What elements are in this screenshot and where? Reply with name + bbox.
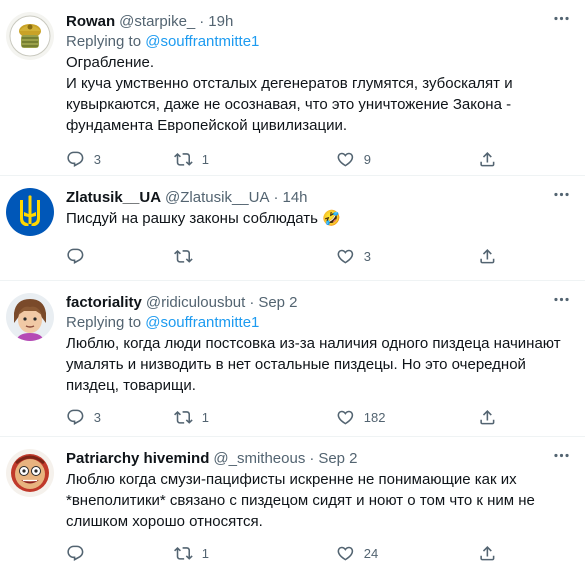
share-button[interactable] <box>478 247 497 266</box>
tweet[interactable]: Rowan @starpike_ · 19h Replying to @souf… <box>0 0 585 176</box>
tweet-header: Patriarchy hivemind @_smitheous · Sep 2 <box>66 449 569 469</box>
retweet-button[interactable]: 1 <box>174 408 209 427</box>
separator-dot: · <box>273 189 279 206</box>
reply-icon <box>66 150 85 169</box>
author-handle[interactable]: @_smitheous <box>213 449 305 469</box>
reply-icon <box>66 247 85 266</box>
like-count: 182 <box>363 409 386 425</box>
author-handle[interactable]: @Zlatusik__UA <box>165 188 269 208</box>
separator-dot: · <box>199 13 205 30</box>
avatar[interactable] <box>6 188 54 236</box>
author-name[interactable]: Zlatusik__UA <box>66 188 161 208</box>
mention-link[interactable]: @souffrantmitte1 <box>145 314 259 331</box>
tweet-text: Люблю когда смузи-пацифисты искренне не … <box>66 471 535 530</box>
share-button[interactable] <box>478 150 497 169</box>
tweet-text: Люблю, когда люди постсовка из-за наличи… <box>66 335 561 394</box>
retweet-icon <box>174 544 193 563</box>
author-name[interactable]: factoriality <box>66 293 142 313</box>
timestamp[interactable]: Sep 2 <box>318 449 357 469</box>
tweet-header: Rowan @starpike_ · 19h <box>66 12 569 32</box>
reply-icon <box>66 544 85 563</box>
author-handle[interactable]: @starpike_ <box>119 12 195 32</box>
avatar[interactable] <box>6 449 54 497</box>
retweet-count: 1 <box>201 545 209 561</box>
tweet[interactable]: factoriality @ridiculousbut · Sep 2 Repl… <box>0 281 585 437</box>
tweet[interactable]: Zlatusik__UA @Zlatusik__UA · 14h Писдуй … <box>0 176 585 281</box>
like-button[interactable]: 3 <box>336 247 371 266</box>
reply-count: 3 <box>93 151 101 167</box>
retweet-button[interactable]: 1 <box>174 150 209 169</box>
more-icon[interactable] <box>551 184 571 204</box>
retweet-count: 1 <box>201 409 209 425</box>
like-icon <box>336 544 355 563</box>
like-count: 3 <box>363 248 371 264</box>
more-icon[interactable] <box>551 445 571 465</box>
replying-to-label: Replying to <box>66 314 142 331</box>
author-name[interactable]: Rowan <box>66 12 115 32</box>
tweet-actions: 1 24 <box>66 538 569 573</box>
tweet-actions: 3 1 182 <box>66 402 569 440</box>
retweet-icon <box>174 408 193 427</box>
retweet-icon <box>174 247 193 266</box>
retweet-icon <box>174 150 193 169</box>
reply-button[interactable] <box>66 544 85 563</box>
retweet-count: 1 <box>201 151 209 167</box>
retweet-button[interactable]: 1 <box>174 544 209 563</box>
replying-to-label: Replying to <box>66 33 142 50</box>
share-icon <box>478 150 497 169</box>
reply-button[interactable] <box>66 247 85 266</box>
like-button[interactable]: 24 <box>336 544 378 563</box>
avatar[interactable] <box>6 293 54 341</box>
like-button[interactable]: 182 <box>336 408 385 427</box>
more-icon[interactable] <box>551 289 571 309</box>
timestamp[interactable]: 14h <box>282 188 307 208</box>
tweet-text: Писдуй на рашку законы соблюдать 🤣 <box>66 210 341 227</box>
tweet-text: Ограбление. И куча умственно отсталых де… <box>66 52 569 136</box>
more-icon[interactable] <box>551 8 571 28</box>
like-icon <box>336 150 355 169</box>
tweet[interactable]: Patriarchy hivemind @_smitheous · Sep 2 … <box>0 437 585 573</box>
author-handle[interactable]: @ridiculousbut <box>146 293 245 313</box>
share-button[interactable] <box>478 408 497 427</box>
reply-icon <box>66 408 85 427</box>
like-count: 24 <box>363 545 379 561</box>
retweet-button[interactable] <box>174 247 193 266</box>
reply-count: 3 <box>93 409 101 425</box>
timestamp[interactable]: Sep 2 <box>258 293 297 313</box>
separator-dot: · <box>249 294 255 311</box>
share-icon <box>478 247 497 266</box>
author-name[interactable]: Patriarchy hivemind <box>66 449 209 469</box>
reply-button[interactable]: 3 <box>66 150 101 169</box>
timestamp[interactable]: 19h <box>208 12 233 32</box>
tweet-header: Zlatusik__UA @Zlatusik__UA · 14h <box>66 188 569 208</box>
tweet-text-line: Ограбление. <box>66 54 155 71</box>
separator-dot: · <box>309 450 315 467</box>
share-icon <box>478 408 497 427</box>
replying-to: Replying to @souffrantmitte1 <box>66 313 569 333</box>
share-icon <box>478 544 497 563</box>
like-icon <box>336 408 355 427</box>
tweet-actions: 3 <box>66 241 569 279</box>
tweet-header: factoriality @ridiculousbut · Sep 2 <box>66 293 569 313</box>
avatar[interactable] <box>6 12 54 60</box>
like-icon <box>336 247 355 266</box>
reply-button[interactable]: 3 <box>66 408 101 427</box>
replying-to: Replying to @souffrantmitte1 <box>66 32 569 52</box>
mention-link[interactable]: @souffrantmitte1 <box>145 33 259 50</box>
like-count: 9 <box>363 151 371 167</box>
like-button[interactable]: 9 <box>336 150 371 169</box>
tweet-text-line: И куча умственно отсталых дегенератов гл… <box>66 75 513 134</box>
share-button[interactable] <box>478 544 497 563</box>
